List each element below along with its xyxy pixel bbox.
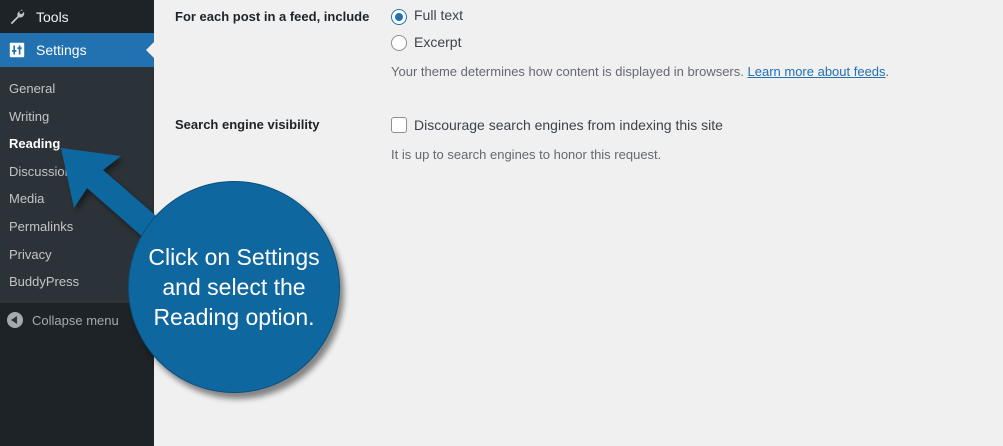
callout-bubble: Click on Settings and select the Reading… [128,181,340,393]
callout-text: Click on Settings and select the Reading… [148,244,320,330]
